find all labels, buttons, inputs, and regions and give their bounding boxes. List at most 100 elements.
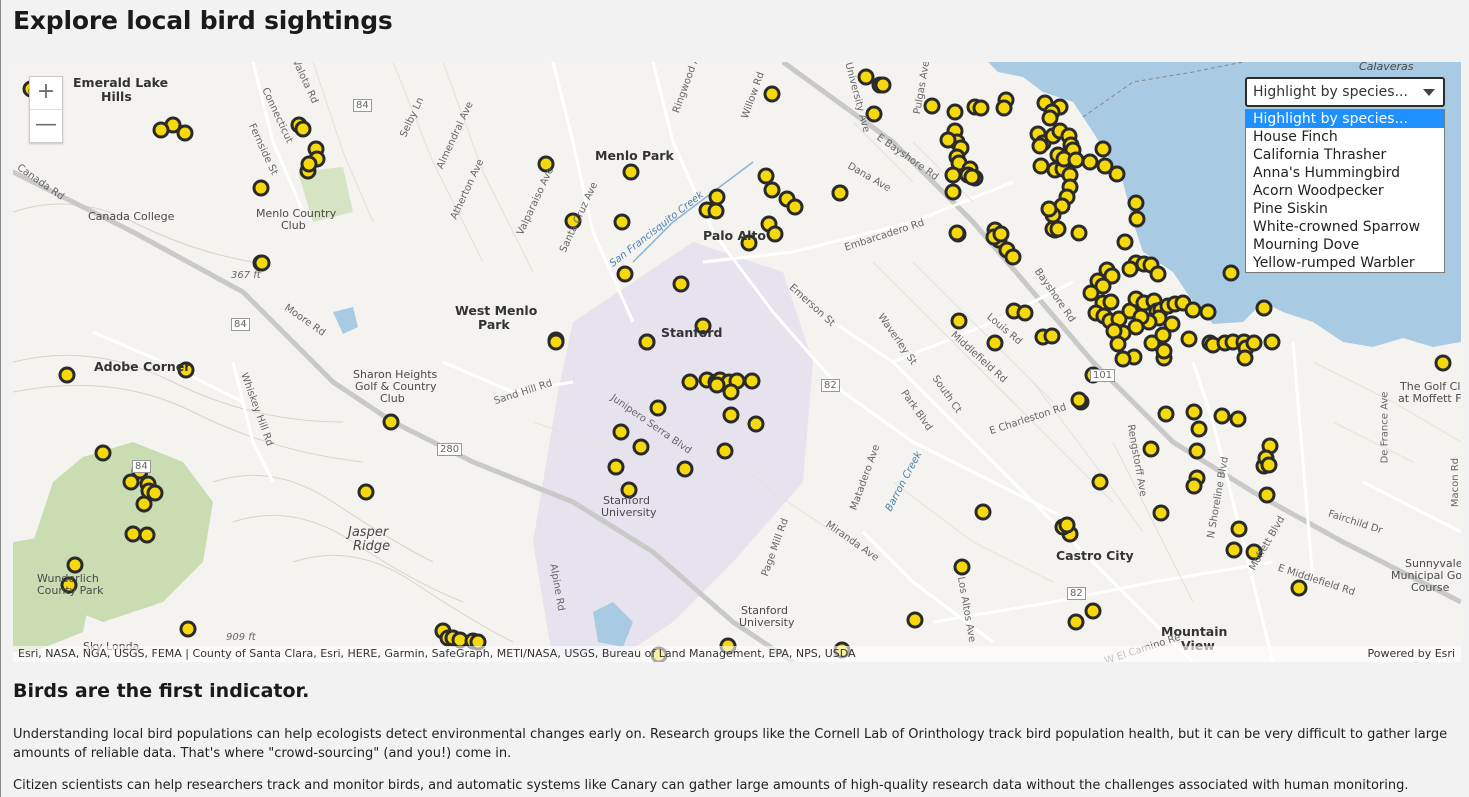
bird-sighting-marker[interactable] — [1084, 602, 1102, 620]
bird-sighting-marker[interactable] — [632, 438, 650, 456]
bird-sighting-marker[interactable] — [1102, 293, 1120, 311]
bird-sighting-marker[interactable] — [874, 76, 892, 94]
bird-sighting-marker[interactable] — [831, 184, 849, 202]
bird-sighting-marker[interactable] — [1094, 140, 1112, 158]
bird-sighting-marker[interactable] — [944, 183, 962, 201]
bird-sighting-marker[interactable] — [1091, 473, 1109, 491]
bird-sighting-marker[interactable] — [722, 406, 740, 424]
bird-sighting-marker[interactable] — [1067, 151, 1085, 169]
bird-sighting-marker[interactable] — [1290, 579, 1308, 597]
species-option[interactable]: House Finch — [1246, 128, 1444, 146]
bird-sighting-marker[interactable] — [1434, 354, 1452, 372]
bird-sighting-marker[interactable] — [58, 366, 76, 384]
bird-sighting-marker[interactable] — [1040, 200, 1058, 218]
bird-sighting-marker[interactable] — [944, 166, 962, 184]
bird-sighting-marker[interactable] — [972, 99, 990, 117]
bird-sighting-marker[interactable] — [1121, 260, 1139, 278]
bird-sighting-marker[interactable] — [1032, 157, 1050, 175]
attribution-text[interactable]: Esri, NASA, NGA, USGS, FEMA | County of … — [18, 646, 856, 662]
bird-sighting-marker[interactable] — [995, 99, 1013, 117]
bird-sighting-marker[interactable] — [607, 458, 625, 476]
bird-sighting-marker[interactable] — [707, 202, 725, 220]
species-option[interactable]: White-crowned Sparrow — [1246, 218, 1444, 236]
bird-sighting-marker[interactable] — [1263, 333, 1281, 351]
bird-sightings-map[interactable]: Emerald Lake Hills Menlo Park Palo Alto … — [13, 62, 1461, 662]
zoom-in-button[interactable]: + — [30, 77, 62, 109]
bird-sighting-marker[interactable] — [66, 556, 84, 574]
bird-sighting-marker[interactable] — [1142, 440, 1160, 458]
bird-sighting-marker[interactable] — [786, 198, 804, 216]
bird-sighting-marker[interactable] — [1255, 299, 1273, 317]
bird-sighting-marker[interactable] — [676, 460, 694, 478]
bird-sighting-marker[interactable] — [146, 484, 164, 502]
bird-sighting-marker[interactable] — [124, 525, 142, 543]
bird-sighting-marker[interactable] — [649, 399, 667, 417]
bird-sighting-marker[interactable] — [1127, 194, 1145, 212]
bird-sighting-marker[interactable] — [953, 558, 971, 576]
bird-sighting-marker[interactable] — [1070, 224, 1088, 242]
bird-sighting-marker[interactable] — [1157, 405, 1175, 423]
bird-sighting-marker[interactable] — [294, 120, 312, 138]
bird-sighting-marker[interactable] — [1245, 334, 1263, 352]
bird-sighting-marker[interactable] — [152, 121, 170, 139]
bird-sighting-marker[interactable] — [94, 444, 112, 462]
zoom-out-button[interactable]: — — [30, 109, 62, 142]
bird-sighting-marker[interactable] — [1058, 516, 1076, 534]
bird-sighting-marker[interactable] — [613, 213, 631, 231]
bird-sighting-marker[interactable] — [138, 526, 156, 544]
species-select[interactable]: Highlight by species... — [1245, 77, 1445, 107]
bird-sighting-marker[interactable] — [1155, 342, 1173, 360]
bird-sighting-marker[interactable] — [974, 503, 992, 521]
bird-sighting-marker[interactable] — [1190, 420, 1208, 438]
bird-sighting-marker[interactable] — [1185, 477, 1203, 495]
bird-sighting-marker[interactable] — [300, 155, 318, 173]
bird-sighting-marker[interactable] — [1152, 504, 1170, 522]
species-option[interactable]: California Thrasher — [1246, 146, 1444, 164]
bird-sighting-marker[interactable] — [923, 97, 941, 115]
bird-sighting-marker[interactable] — [252, 179, 270, 197]
bird-sighting-marker[interactable] — [1180, 330, 1198, 348]
bird-sighting-marker[interactable] — [1108, 165, 1126, 183]
bird-sighting-marker[interactable] — [638, 333, 656, 351]
bird-sighting-marker[interactable] — [357, 483, 375, 501]
bird-sighting-marker[interactable] — [1082, 284, 1100, 302]
bird-sighting-marker[interactable] — [1185, 403, 1203, 421]
bird-sighting-marker[interactable] — [747, 415, 765, 433]
species-option[interactable]: Highlight by species... — [1246, 110, 1444, 128]
bird-sighting-marker[interactable] — [1222, 264, 1240, 282]
bird-sighting-marker[interactable] — [1031, 137, 1049, 155]
bird-sighting-marker[interactable] — [763, 181, 781, 199]
bird-sighting-marker[interactable] — [716, 442, 734, 460]
bird-sighting-marker[interactable] — [672, 275, 690, 293]
bird-sighting-marker[interactable] — [1258, 486, 1276, 504]
bird-sighting-marker[interactable] — [382, 413, 400, 431]
bird-sighting-marker[interactable] — [743, 372, 761, 390]
bird-sighting-marker[interactable] — [1213, 407, 1231, 425]
bird-sighting-marker[interactable] — [950, 312, 968, 330]
bird-sighting-marker[interactable] — [1049, 220, 1067, 238]
species-option[interactable]: Pine Siskin — [1246, 200, 1444, 218]
bird-sighting-marker[interactable] — [1041, 109, 1059, 127]
bird-sighting-marker[interactable] — [1067, 613, 1085, 631]
bird-sighting-marker[interactable] — [1236, 349, 1254, 367]
bird-sighting-marker[interactable] — [122, 473, 140, 491]
bird-sighting-marker[interactable] — [1128, 210, 1146, 228]
bird-sighting-marker[interactable] — [681, 373, 699, 391]
bird-sighting-marker[interactable] — [616, 265, 634, 283]
bird-sighting-marker[interactable] — [179, 620, 197, 638]
bird-sighting-marker[interactable] — [1116, 233, 1134, 251]
bird-sighting-marker[interactable] — [547, 333, 565, 351]
bird-sighting-marker[interactable] — [1043, 327, 1061, 345]
bird-sighting-marker[interactable] — [253, 254, 271, 272]
species-option[interactable]: Yellow-rumped Warbler — [1246, 254, 1444, 272]
bird-sighting-marker[interactable] — [763, 85, 781, 103]
bird-sighting-marker[interactable] — [948, 224, 966, 242]
bird-sighting-marker[interactable] — [135, 495, 153, 513]
bird-sighting-marker[interactable] — [1154, 326, 1172, 344]
bird-sighting-marker[interactable] — [857, 68, 875, 86]
bird-sighting-marker[interactable] — [1184, 301, 1202, 319]
bird-sighting-marker[interactable] — [986, 334, 1004, 352]
bird-sighting-marker[interactable] — [1229, 410, 1247, 428]
bird-sighting-marker[interactable] — [865, 105, 883, 123]
bird-sighting-marker[interactable] — [1081, 153, 1099, 171]
